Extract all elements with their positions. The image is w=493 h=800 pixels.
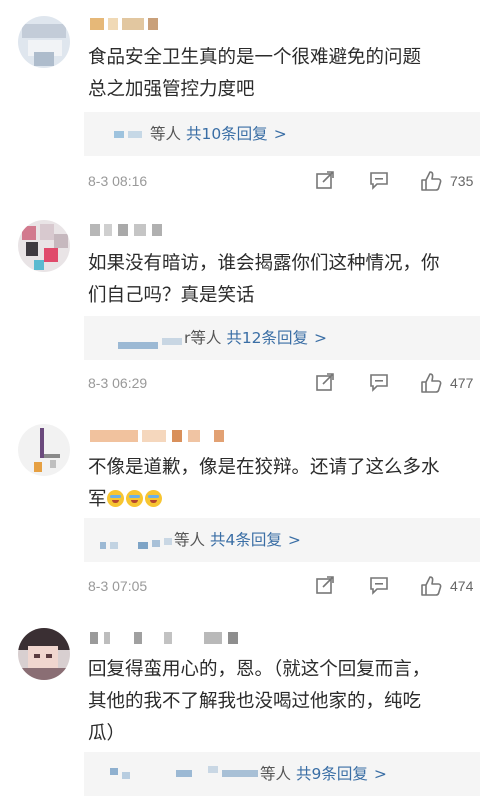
share-icon[interactable] [315, 372, 335, 394]
reply-suffix: 等人 [174, 531, 206, 549]
reply-usernames [84, 518, 174, 562]
thumbs-up-icon[interactable] [420, 575, 442, 597]
reply-count-link[interactable]: 共10条回复 [186, 125, 268, 143]
like-count: 474 [450, 578, 474, 594]
emoji-group [106, 489, 164, 510]
reply-count-link[interactable]: 共9条回复 [296, 765, 368, 783]
comment-icon[interactable] [369, 170, 389, 192]
reply-summary[interactable]: 等人 共4条回复 > [84, 518, 480, 562]
comment-text: 回复得蛮用心的，恩。（就这个回复而言， 其他的我不了解我也没喝过他家的，纯吃 瓜… [88, 659, 431, 744]
reply-usernames [84, 112, 150, 156]
chevron-right-icon: > [273, 125, 287, 143]
avatar[interactable] [18, 628, 70, 680]
crying-emoji-icon [106, 490, 124, 507]
share-icon[interactable] [315, 575, 335, 597]
comment-icon[interactable] [369, 575, 389, 597]
comment-text: 不像是道歉，像是在狡辩。还请了这么多水 军 [88, 457, 440, 510]
avatar[interactable] [18, 220, 70, 272]
thumbs-up-icon[interactable] [420, 372, 442, 394]
comment-meta: 8-3 08:16 735 [88, 170, 483, 192]
chevron-right-icon: > [373, 765, 387, 783]
comment-text: 食品安全卫生真的是一个很难避免的问题 总之加强管控力度吧 [88, 47, 422, 100]
share-icon[interactable] [315, 170, 335, 192]
crying-emoji-icon [125, 490, 143, 507]
timestamp: 8-3 06:29 [88, 375, 148, 391]
comment-icon[interactable] [369, 372, 389, 394]
reply-summary[interactable]: 等人 共10条回复 > [84, 112, 480, 156]
avatar[interactable] [18, 424, 70, 476]
reply-usernames [84, 752, 260, 796]
comment-meta: 8-3 06:29 477 [88, 372, 483, 394]
reply-suffix: 等人 [260, 765, 292, 783]
avatar[interactable] [18, 16, 70, 68]
crying-emoji-icon [144, 490, 162, 507]
chevron-right-icon: > [314, 329, 328, 347]
reply-summary[interactable]: 等人 共9条回复 > [84, 752, 480, 796]
comment-text: 如果没有暗访，谁会揭露你们这种情况，你 们自己吗？真是笑话 [88, 253, 440, 306]
like-count: 735 [450, 173, 474, 189]
reply-summary[interactable]: r等人 共12条回复 > [84, 316, 480, 360]
reply-suffix: r等人 [184, 329, 222, 347]
reply-count-link[interactable]: 共12条回复 [226, 329, 308, 347]
comment-meta: 8-3 07:05 474 [88, 575, 483, 597]
reply-suffix: 等人 [150, 125, 182, 143]
chevron-right-icon: > [287, 531, 301, 549]
reply-count-link[interactable]: 共4条回复 [210, 531, 282, 549]
timestamp: 8-3 07:05 [88, 578, 148, 594]
like-count: 477 [450, 375, 474, 391]
reply-usernames [84, 316, 184, 360]
thumbs-up-icon[interactable] [420, 170, 442, 192]
timestamp: 8-3 08:16 [88, 173, 148, 189]
